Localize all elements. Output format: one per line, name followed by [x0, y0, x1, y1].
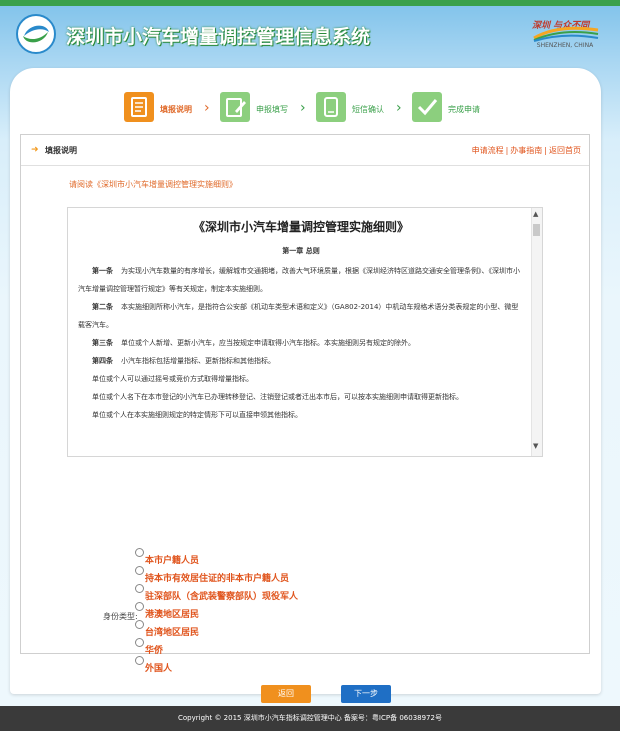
footer-copyright: Copyright © 2015 深圳市小汽车指标调控管理中心 备案号：粤ICP…	[0, 706, 620, 731]
scroll-down-icon[interactable]: ▼	[533, 442, 538, 450]
reading-note: 请阅读《深圳市小汽车增量调控管理实施细则》	[69, 180, 237, 189]
scroll-thumb[interactable]	[533, 224, 540, 236]
chevron-right-icon: ›	[204, 100, 210, 116]
site-header: 深圳市小汽车增量调控管理信息系统 深圳 与众不同 SHENZHEN, CHINA	[0, 6, 620, 68]
radio-button[interactable]	[135, 566, 144, 575]
section-title: 填报说明	[45, 146, 77, 155]
check-icon	[412, 92, 442, 122]
radio-button[interactable]	[135, 656, 144, 665]
shenzhen-logo-text: SHENZHEN, CHINA	[536, 42, 594, 49]
paragraph: 单位或个人名下在本市登记的小汽车已办理转移登记、注销登记或者迁出本市后，可以按本…	[92, 393, 463, 401]
content-box: ➜ 填报说明 申请流程 | 办事指南 | 返回首页 请阅读《深圳市小汽车增量调控管理实施…	[20, 134, 590, 703]
document-content: 《深圳市小汽车增量调控管理实施细则》 第一章 总则 第一条 为实现小汽车数量的有序…	[78, 214, 524, 424]
paragraph: 第四条 小汽车指标包括增量指标、更新指标和其他指标。	[92, 357, 275, 365]
progress-steps: 填报说明 › 申报填写 › 短信确认 › 完成申请	[124, 92, 504, 128]
paragraph: 第三条 单位或个人新增、更新小汽车，应当按规定申请取得小汽车指标。本实施细则另有规…	[92, 339, 415, 347]
chapter-title: 第一章 总则	[282, 247, 320, 255]
sms-icon	[316, 92, 346, 122]
header-links: 申请流程 | 办事指南 | 返回首页	[471, 146, 581, 155]
back-button[interactable]: 返回	[261, 685, 311, 703]
document-icon	[124, 92, 154, 122]
step-label: 完成申请	[448, 105, 480, 114]
radio-button[interactable]	[135, 584, 144, 593]
chevron-right-icon: ›	[396, 100, 402, 116]
document-title: 《深圳市小汽车增量调控管理实施细则》	[192, 220, 409, 234]
radio-button[interactable]	[135, 638, 144, 647]
link-back-home[interactable]: 返回首页	[549, 146, 581, 155]
step-label: 短信确认	[352, 105, 384, 114]
step-label: 填报说明	[160, 105, 192, 114]
document-scrollbar[interactable]: ▲ ▼	[531, 208, 542, 456]
radio-button[interactable]	[135, 620, 144, 629]
paragraph: 第二条 本实施细则所称小汽车，是指符合公安部《机动车类型术语和定义》（GA802-…	[78, 303, 519, 329]
paragraph: 单位或个人可以通过摇号或竞价方式取得增量指标。	[92, 375, 253, 383]
section-header: ➜ 填报说明 申请流程 | 办事指南 | 返回首页	[21, 135, 589, 166]
paragraph: 第一条 为实现小汽车数量的有序增长，缓解城市交通拥堵，改善大气环境质量，根据《深圳…	[78, 267, 520, 293]
radio-button[interactable]	[135, 602, 144, 611]
system-title: 深圳市小汽车增量调控管理信息系统	[66, 26, 371, 48]
system-logo-icon	[16, 14, 56, 54]
link-application-process[interactable]: 申请流程	[472, 146, 504, 155]
arrow-right-icon: ➜	[31, 145, 39, 155]
link-service-guide[interactable]: 办事指南	[510, 146, 542, 155]
step-label: 申报填写	[256, 105, 288, 114]
paragraph: 单位或个人在本实施细则规定的特定情形下可以直接申领其他指标。	[92, 411, 302, 419]
main-panel: 填报说明 › 申报填写 › 短信确认 › 完成申请 ➜ 填报说明 申请流程 | …	[10, 68, 601, 703]
identity-type-label: 身份类型:	[103, 612, 138, 621]
scroll-up-icon[interactable]: ▲	[533, 210, 538, 218]
rules-document[interactable]: 《深圳市小汽车增量调控管理实施细则》 第一章 总则 第一条 为实现小汽车数量的有序…	[67, 207, 543, 457]
chevron-right-icon: ›	[300, 100, 306, 116]
shenzhen-city-logo: 深圳 与众不同 SHENZHEN, CHINA	[528, 16, 602, 56]
next-button[interactable]: 下一步	[341, 685, 391, 703]
edit-icon	[220, 92, 250, 122]
radio-button[interactable]	[135, 548, 144, 557]
shenzhen-logo-graphic: 深圳 与众不同	[532, 20, 599, 42]
